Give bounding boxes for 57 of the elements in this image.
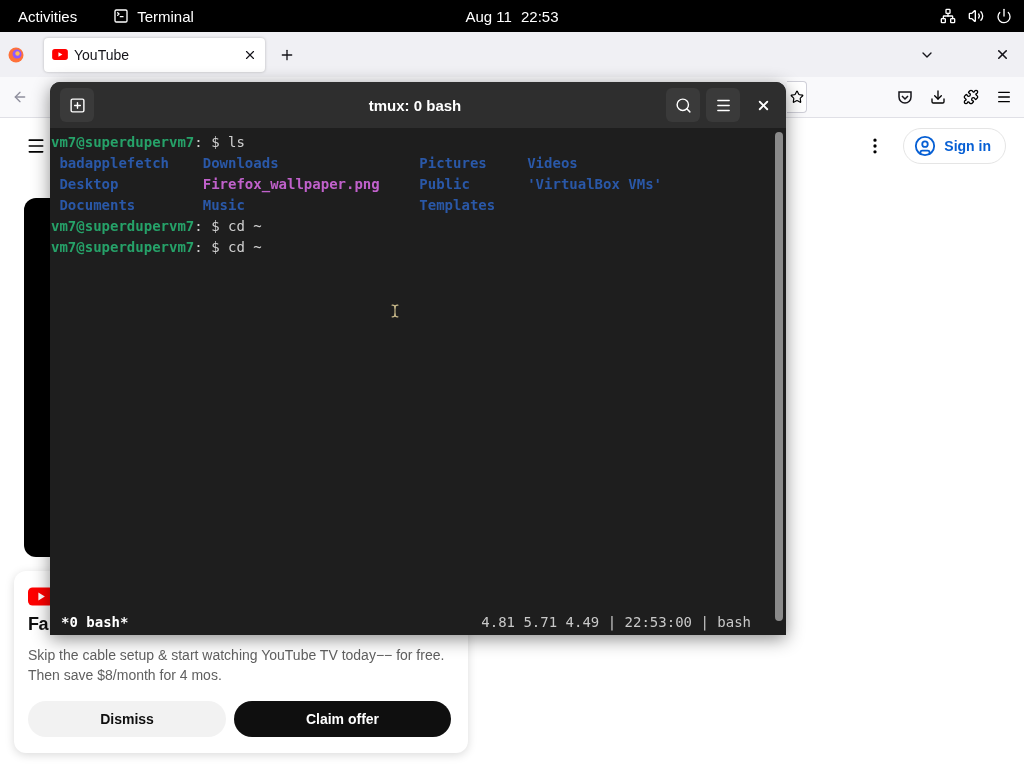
- directory-name: Desktop: [59, 175, 120, 194]
- directory-name: badapplefetch: [59, 154, 170, 173]
- window-title: tmux: 0 bash: [367, 96, 463, 114]
- activities-button[interactable]: Activities: [18, 7, 78, 25]
- time-text[interactable]: 22:53: [520, 7, 559, 25]
- search-icon: [674, 96, 692, 114]
- menu-button[interactable]: [706, 88, 740, 122]
- url-bar[interactable]: [787, 81, 807, 113]
- directory-name: Downloads: [202, 154, 280, 173]
- menu-icon[interactable]: [996, 89, 1012, 105]
- youtube-logo-icon: [52, 49, 68, 60]
- directory-name: Music: [202, 196, 246, 215]
- app-menu-label[interactable]: Terminal: [137, 7, 194, 25]
- bookmark-star-icon[interactable]: [789, 90, 804, 104]
- prompt-separator: :: [194, 238, 203, 257]
- sign-in-button[interactable]: Sign in: [903, 127, 1006, 164]
- prompt-symbol: $: [211, 217, 220, 236]
- prompt-symbol: $: [211, 238, 220, 257]
- command-text: cd ~: [228, 217, 262, 236]
- download-icon[interactable]: [930, 89, 946, 105]
- terminal-icon: [113, 8, 130, 24]
- date-text[interactable]: Aug 11: [465, 7, 512, 25]
- extensions-icon[interactable]: [963, 89, 979, 105]
- prompt-separator: :: [194, 217, 203, 236]
- tmux-status-text: 4.81 5.71 4.49 | 22:53:00 | bash: [481, 613, 751, 633]
- claim-button[interactable]: Claim offer: [234, 701, 451, 737]
- volume-icon[interactable]: [968, 8, 984, 24]
- close-icon[interactable]: [995, 47, 1010, 62]
- dismiss-button[interactable]: Dismiss: [28, 701, 226, 737]
- file-name: Firefox_wallpaper.png: [202, 175, 381, 195]
- user-icon: [914, 134, 937, 157]
- prompt-user: vm7@superdupervm7: [51, 133, 195, 152]
- new-tab-icon: [68, 96, 86, 114]
- directory-name: Public: [419, 175, 471, 194]
- prompt-separator: :: [194, 133, 203, 152]
- browser-tab[interactable]: YouTube: [44, 37, 265, 72]
- directory-name: Documents: [59, 196, 137, 215]
- power-icon[interactable]: [996, 8, 1012, 24]
- prompt-user: vm7@superdupervm7: [51, 238, 195, 257]
- directory-name: Templates: [419, 196, 497, 215]
- firefox-logo-icon[interactable]: [8, 46, 24, 63]
- back-icon[interactable]: [12, 89, 28, 105]
- promo-text: Skip the cable setup & start watching YouTube TV today−− for free. Then save $8/month for 4 mos.: [28, 646, 446, 685]
- new-tab-button[interactable]: [60, 88, 94, 122]
- command-text: ls: [228, 133, 245, 152]
- pocket-icon[interactable]: [897, 89, 913, 105]
- directory-name: 'VirtualBox VMs': [527, 175, 664, 194]
- tmux-window-label[interactable]: *0 bash*: [61, 612, 129, 633]
- prompt-symbol: $: [211, 133, 220, 152]
- scrollbar[interactable]: [775, 132, 783, 621]
- promo-heading: Fa: [28, 614, 48, 635]
- search-button[interactable]: [666, 88, 700, 122]
- directory-name: Videos: [527, 154, 579, 173]
- prompt-user: vm7@superdupervm7: [51, 217, 195, 236]
- directory-name: Pictures: [419, 154, 488, 173]
- network-icon[interactable]: [940, 8, 956, 24]
- command-text: cd ~: [228, 238, 262, 257]
